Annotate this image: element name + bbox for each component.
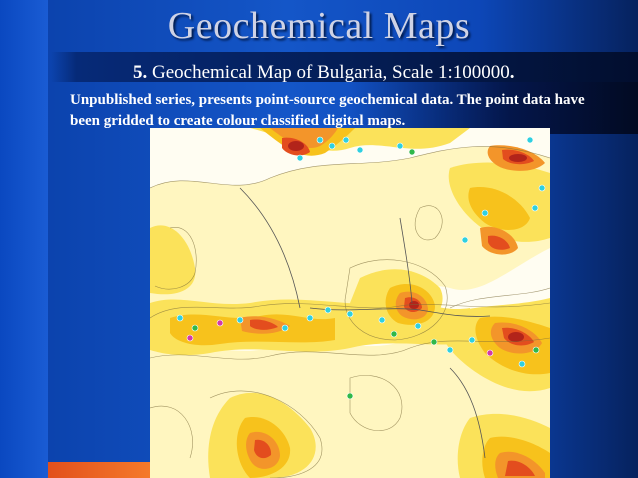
site-marker [414, 322, 422, 330]
site-marker [316, 136, 324, 144]
site-marker [342, 136, 350, 144]
site-marker [176, 314, 184, 322]
slide-subtitle: 5. Geochemical Map of Bulgaria, Scale 1:… [133, 62, 514, 84]
accent-bar [48, 462, 150, 478]
site-marker [526, 136, 534, 144]
item-text: Geochemical Map of Bulgaria, Scale 1:100… [147, 62, 510, 83]
site-marker [468, 336, 476, 344]
site-marker [486, 349, 494, 357]
slide-description: Unpublished series, presents point-sourc… [70, 92, 585, 129]
site-marker [518, 360, 526, 368]
geochemical-map-image [150, 128, 550, 478]
geochemical-map [150, 128, 550, 478]
site-marker [328, 142, 336, 150]
dark-red-hotspot [509, 154, 527, 162]
item-end: . [509, 62, 515, 83]
site-marker [430, 338, 438, 346]
site-marker [216, 319, 224, 327]
map-fill-layers [150, 128, 550, 478]
site-marker [408, 148, 416, 156]
site-marker [396, 142, 404, 150]
site-marker [191, 324, 199, 332]
site-marker [532, 346, 540, 354]
site-marker [538, 184, 546, 192]
site-marker [236, 316, 244, 324]
site-marker [281, 324, 289, 332]
site-marker [531, 204, 539, 212]
dark-red-hotspot [508, 332, 524, 342]
site-marker [324, 306, 332, 314]
site-marker [346, 310, 354, 318]
dark-red-hotspot [288, 141, 304, 151]
site-marker [461, 236, 469, 244]
site-marker [356, 146, 364, 154]
site-marker [306, 314, 314, 322]
site-marker [186, 334, 194, 342]
site-marker [346, 392, 354, 400]
site-marker [296, 154, 304, 162]
site-marker [378, 316, 386, 324]
site-marker [390, 330, 398, 338]
slide-title: Geochemical Maps [167, 5, 471, 47]
site-marker [446, 346, 454, 354]
site-marker [481, 209, 489, 217]
item-number: 5. [133, 62, 148, 83]
